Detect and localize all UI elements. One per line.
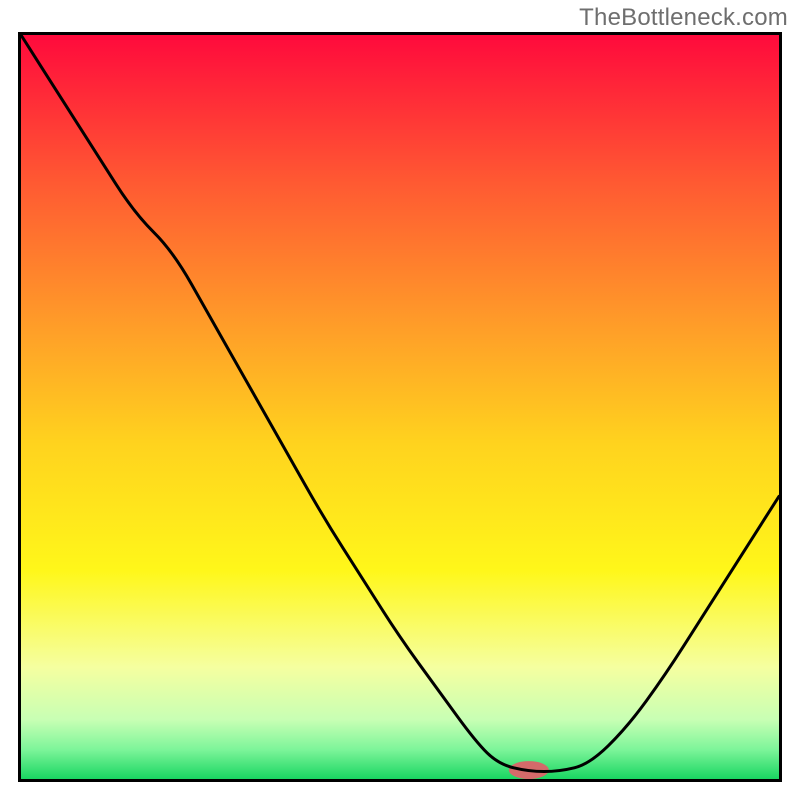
watermark-text: TheBottleneck.com <box>579 4 788 32</box>
plot-frame <box>18 32 782 782</box>
gradient-background <box>21 35 779 779</box>
chart-stage: TheBottleneck.com <box>0 0 800 800</box>
chart-svg <box>21 35 779 779</box>
